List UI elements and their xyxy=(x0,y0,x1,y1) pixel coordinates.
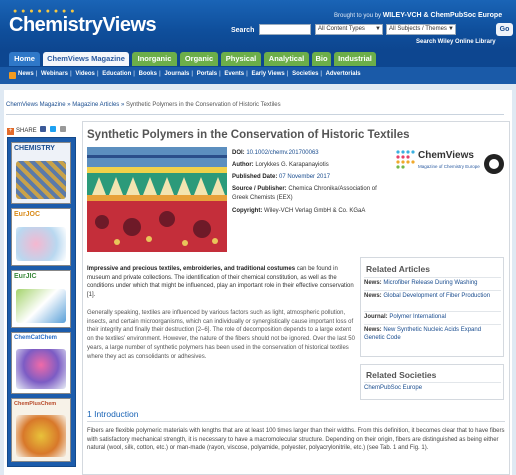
tab-organic[interactable]: Organic xyxy=(180,52,218,66)
search-label: Search xyxy=(231,27,255,34)
main-tabs: Home ChemViews Magazine Inorganic Organi… xyxy=(0,50,516,67)
journal-covers: CHEMISTRY EurJOC EurJIC ChemCatChem Chem… xyxy=(7,137,76,467)
chevron-down-icon: ▼ xyxy=(448,26,454,32)
chevron-down-icon: ▼ xyxy=(375,26,381,32)
cover-art xyxy=(16,415,66,457)
article-source-line2: Greek Chemists (EEX) xyxy=(232,195,293,201)
subnav-webinars[interactable]: Webinars xyxy=(41,71,68,77)
chemviews-magazine-logo: ChemViews Magazine of Chemistry Europe xyxy=(394,146,506,184)
article-hero-image xyxy=(87,147,227,252)
article-intro: Impressive and precious textiles, embroi… xyxy=(87,266,354,298)
brought-by: Brought to you by WILEY-VCH & ChemPubSoc… xyxy=(334,12,503,19)
breadcrumb: ChemViews Magazine » Magazine Articles »… xyxy=(6,102,281,108)
tab-physical[interactable]: Physical xyxy=(221,52,261,66)
related-article-item: News: Microfiber Release During Washing xyxy=(364,280,478,286)
site-header: ● ● ● ● ● ● ● ● ChemistryViews Brought t… xyxy=(0,0,516,50)
tab-home[interactable]: Home xyxy=(9,52,40,66)
logo-name: ChemViews xyxy=(418,150,474,161)
facebook-icon[interactable] xyxy=(40,126,47,132)
breadcrumb-articles[interactable]: Magazine Articles xyxy=(72,102,119,108)
tab-analytical[interactable]: Analytical xyxy=(264,52,309,66)
related-article-link[interactable]: Microfiber Release During Washing xyxy=(383,280,477,286)
wiley-online-library-link[interactable]: Search Wiley Online Library xyxy=(416,39,496,45)
cover-eurjoc[interactable]: EurJOC xyxy=(11,208,71,266)
go-button[interactable]: Go xyxy=(496,23,513,36)
content-type-select[interactable]: All Content Types ▼ xyxy=(315,24,383,35)
breadcrumb-magazine[interactable]: ChemViews Magazine xyxy=(6,102,66,108)
email-icon[interactable] xyxy=(59,126,66,132)
share-plus-icon: + xyxy=(7,128,14,135)
cover-art xyxy=(16,227,66,261)
breadcrumb-current: Synthetic Polymers in the Conservation o… xyxy=(125,102,281,108)
tab-bio[interactable]: Bio xyxy=(312,52,331,66)
related-article-item: News: Global Development of Fiber Produc… xyxy=(364,293,491,299)
related-article-link[interactable]: New Synthetic Nucleic Acids Expand Genet… xyxy=(364,327,481,341)
cover-art xyxy=(16,289,66,323)
share-bar[interactable]: + SHARE xyxy=(7,126,66,135)
cover-chemcatchem[interactable]: ChemCatChem xyxy=(11,332,71,394)
divider xyxy=(364,382,501,383)
embroidered-textile-image xyxy=(87,147,227,252)
rss-icon[interactable] xyxy=(9,72,16,79)
related-articles-heading: Related Articles xyxy=(366,264,430,274)
chemistryviews-logo[interactable]: ● ● ● ● ● ● ● ● ChemistryViews xyxy=(9,8,157,37)
related-article-item: Journal: Polymer International xyxy=(364,314,447,320)
tab-chemviews-magazine[interactable]: ChemViews Magazine xyxy=(43,52,129,66)
subnav-videos[interactable]: Videos xyxy=(75,71,95,77)
subnav-portals[interactable]: Portals xyxy=(197,71,217,77)
cover-chemistry[interactable]: CHEMISTRY xyxy=(11,142,71,204)
related-society-link[interactable]: ChemPubSoc Europe xyxy=(364,385,422,391)
article-paragraph: Generally speaking, textiles are influen… xyxy=(87,310,355,360)
article-source: Source / Publisher: Chemica Chronika/Ass… xyxy=(232,186,377,192)
article-doi: DOI: 10.1002/chemv.201700063 xyxy=(232,150,319,156)
twitter-icon[interactable] xyxy=(50,126,57,132)
subnav-events[interactable]: Events xyxy=(224,71,244,77)
divider xyxy=(87,421,505,422)
related-article-item: News: New Synthetic Nucleic Acids Expand… xyxy=(364,327,482,341)
cover-art xyxy=(16,161,66,199)
article-paragraph: Fibers are flexible polymeric materials … xyxy=(87,428,505,452)
subnav-education[interactable]: Education xyxy=(102,71,131,77)
tab-industrial[interactable]: Industrial xyxy=(334,52,376,66)
divider xyxy=(364,324,501,325)
doi-link[interactable]: 10.1002/chemv.201700063 xyxy=(246,150,318,156)
search-input[interactable] xyxy=(259,24,311,35)
divider xyxy=(364,277,501,278)
subnav-advertorials[interactable]: Advertorials xyxy=(326,71,361,77)
subnav-news[interactable]: News xyxy=(18,71,34,77)
logo-dots-icon: ● ● ● ● ● ● ● ● xyxy=(13,8,76,15)
related-article-link[interactable]: Global Development of Fiber Production xyxy=(383,293,490,299)
logo-subtitle: Magazine of Chemistry Europe xyxy=(418,164,480,169)
related-article-link[interactable]: Polymer International xyxy=(389,314,446,320)
cover-eurjic[interactable]: EurJIC xyxy=(11,270,71,328)
subnav-societies[interactable]: Societies xyxy=(292,71,318,77)
article-author: Author: Lorykkes G. Karapanayiotis xyxy=(232,162,329,168)
subnav-early-views[interactable]: Early Views xyxy=(251,71,284,77)
tab-inorganic[interactable]: Inorganic xyxy=(132,52,177,66)
cover-chemplus[interactable]: ChemPlusChem xyxy=(11,398,71,462)
section-heading: 1 Introduction xyxy=(87,409,139,419)
divider xyxy=(364,311,501,312)
subnav-books[interactable]: Books xyxy=(139,71,157,77)
article-title: Synthetic Polymers in the Conservation o… xyxy=(87,129,410,141)
divider xyxy=(6,114,504,115)
subnav-journals[interactable]: Journals xyxy=(164,71,189,77)
sub-navigation: News | Webinars | Videos | Education | Books… xyxy=(0,67,516,84)
related-societies-heading: Related Societies xyxy=(366,370,437,380)
article-copyright: Copyright: Wiley-VCH Verlag GmbH & Co. K… xyxy=(232,208,366,214)
cover-art xyxy=(16,349,66,389)
article-date: Published Date: 07 November 2017 xyxy=(232,174,331,180)
related-society-item: ChemPubSoc Europe xyxy=(364,385,501,393)
divider xyxy=(364,290,501,291)
subject-select[interactable]: All Subjects / Themes ▼ xyxy=(386,24,456,35)
